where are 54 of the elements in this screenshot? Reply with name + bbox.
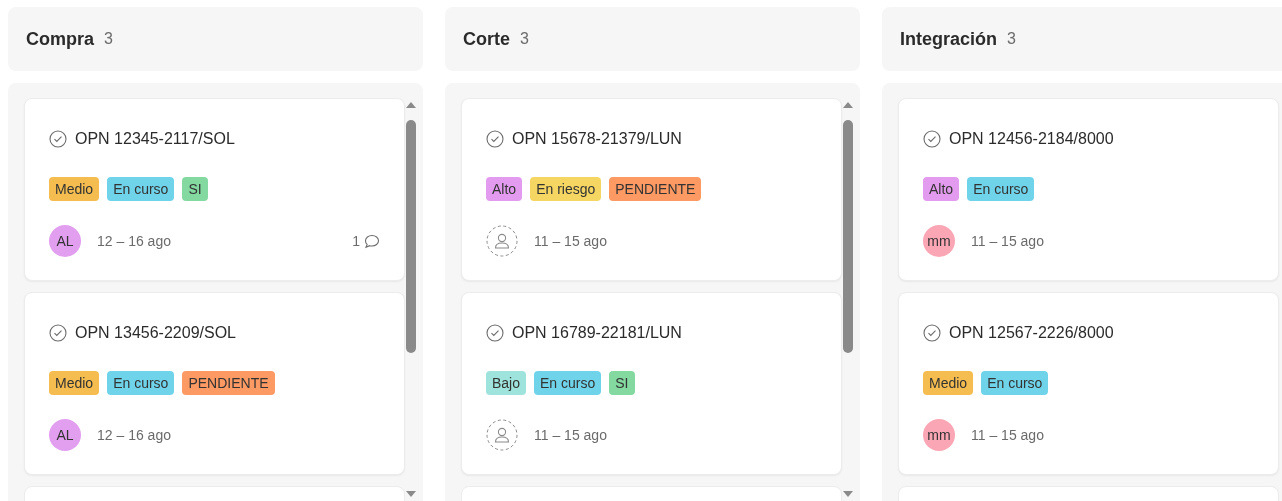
- task-card[interactable]: OPN 12456-2184/8000 Alto En curso mm 11 – 15 ago: [898, 98, 1279, 281]
- task-card[interactable]: OPN 13456-2209/SOL Medio En curso PENDIENTE AL 12 – 16 ago: [24, 292, 405, 475]
- status-tag: En curso: [107, 371, 175, 395]
- date-range: 11 – 15 ago: [534, 231, 607, 251]
- task-title: OPN 12345-2117/SOL: [75, 129, 235, 149]
- column-count: 3: [1007, 29, 1016, 49]
- status-tag: Medio: [923, 371, 974, 395]
- check-circle-icon[interactable]: [923, 130, 941, 148]
- task-title: OPN 15678-21379/LUN: [512, 129, 682, 149]
- status-tag: SI: [609, 371, 635, 395]
- status-tag: En curso: [967, 177, 1035, 201]
- status-tag: Bajo: [486, 371, 527, 395]
- task-card[interactable]: OPN 12567-2226/8000 Medio En curso mm 11 – 15 ago: [898, 292, 1279, 475]
- check-circle-icon[interactable]: [49, 324, 67, 342]
- date-range: 11 – 15 ago: [971, 425, 1044, 445]
- comment-count: 1: [352, 231, 360, 251]
- column-title: Corte: [463, 27, 510, 51]
- date-range: 11 – 15 ago: [971, 231, 1044, 251]
- status-tag: Alto: [486, 177, 523, 201]
- status-tag: En curso: [534, 371, 602, 395]
- unassigned-user-icon[interactable]: [486, 225, 518, 257]
- column-count: 3: [104, 29, 113, 49]
- task-card[interactable]: OPN 16789-22181/LUN Bajo En curso SI 11 – 15 ago: [461, 292, 842, 475]
- date-range: 11 – 15 ago: [534, 425, 607, 445]
- user-avatar[interactable]: AL: [49, 225, 81, 257]
- column-title: Compra: [26, 27, 94, 51]
- task-card[interactable]: OPN 12345-2117/SOL Medio En curso SI AL 12 – 16 ago 1: [24, 98, 405, 281]
- date-range: 12 – 16 ago: [97, 425, 171, 445]
- status-tag: Alto: [923, 177, 960, 201]
- status-tag: En riesgo: [530, 177, 602, 201]
- task-title: OPN 16789-22181/LUN: [512, 323, 682, 343]
- status-tag: PENDIENTE: [182, 371, 275, 395]
- user-avatar[interactable]: mm: [923, 419, 955, 451]
- check-circle-icon[interactable]: [486, 130, 504, 148]
- date-range: 12 – 16 ago: [97, 231, 171, 251]
- status-tag: Medio: [49, 371, 100, 395]
- status-tag: SI: [182, 177, 208, 201]
- column-count: 3: [520, 29, 529, 49]
- task-title: OPN 12567-2226/8000: [949, 323, 1114, 343]
- check-circle-icon[interactable]: [923, 324, 941, 342]
- speech-bubble-icon[interactable]: [364, 233, 380, 249]
- task-card[interactable]: OPN 15678-21379/LUN Alto En riesgo PENDIENTE 11 – 15 ago: [461, 98, 842, 281]
- status-tag: En curso: [107, 177, 175, 201]
- check-circle-icon[interactable]: [49, 130, 67, 148]
- check-circle-icon[interactable]: [486, 324, 504, 342]
- task-title: OPN 13456-2209/SOL: [75, 323, 236, 343]
- status-tag: En curso: [981, 371, 1049, 395]
- status-tag: Medio: [49, 177, 100, 201]
- user-avatar[interactable]: mm: [923, 225, 955, 257]
- task-title: OPN 12456-2184/8000: [949, 129, 1114, 149]
- unassigned-user-icon[interactable]: [486, 419, 518, 451]
- column-title: Integración: [900, 27, 997, 51]
- status-tag: PENDIENTE: [609, 177, 702, 201]
- user-avatar[interactable]: AL: [49, 419, 81, 451]
